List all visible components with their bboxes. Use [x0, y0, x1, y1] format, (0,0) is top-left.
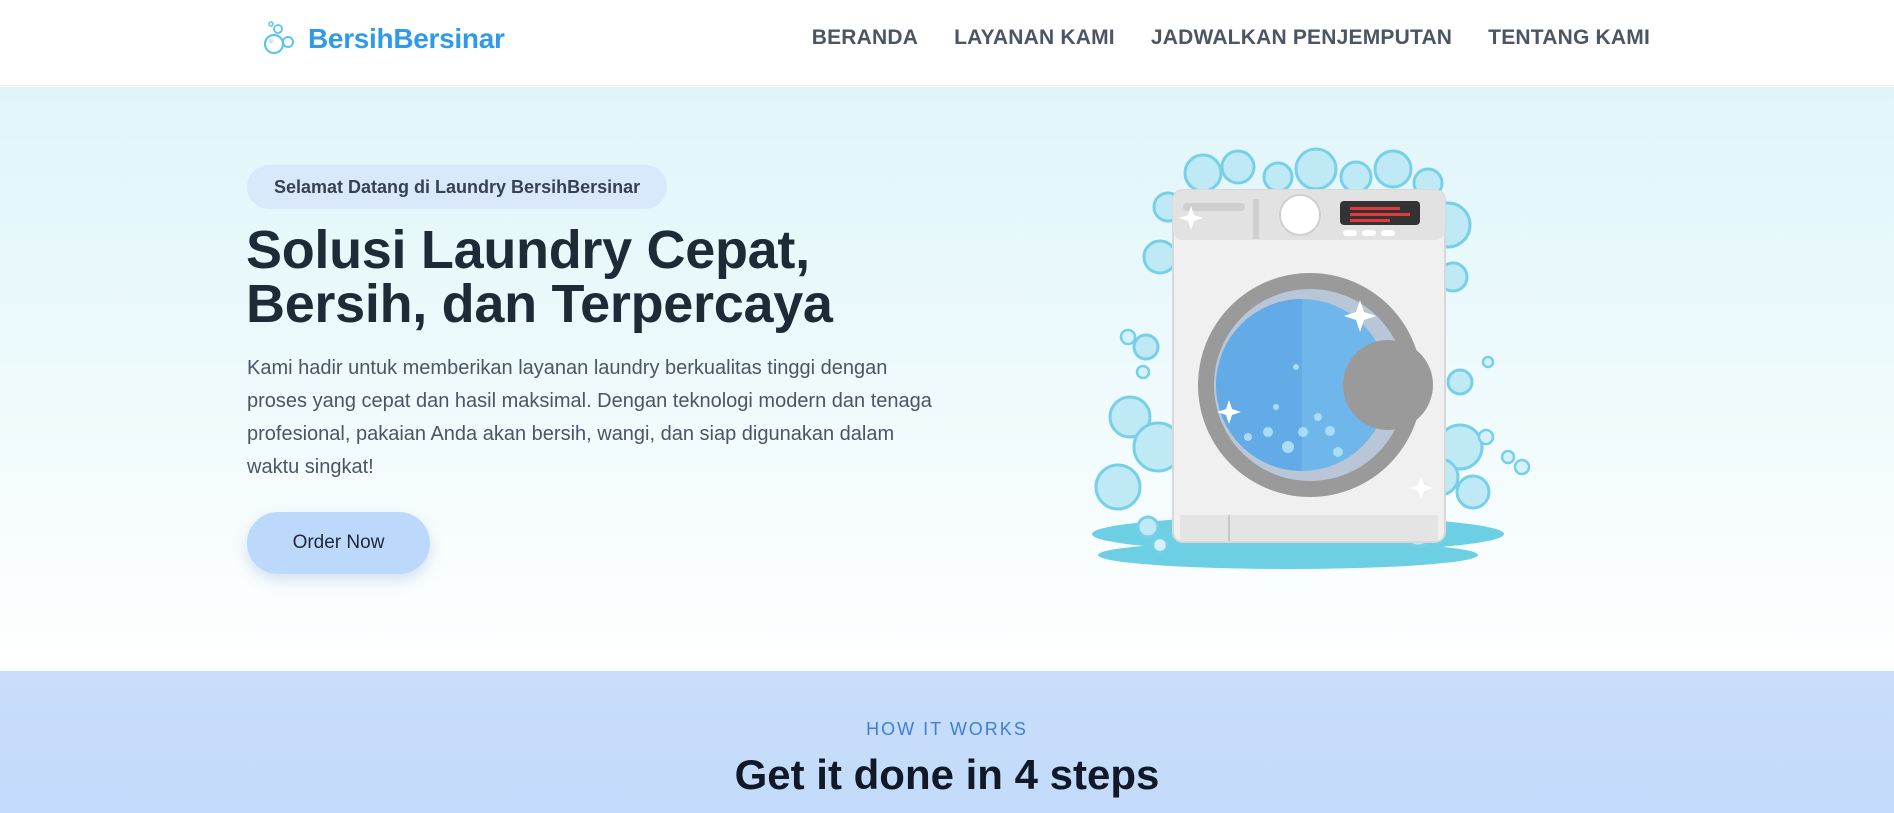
nav-jadwalkan-penjemputan[interactable]: JADWALKAN PENJEMPUTAN: [1151, 26, 1452, 50]
section-kicker: HOW IT WORKS: [866, 719, 1028, 739]
how-it-works-section: HOW IT WORKS Get it done in 4 steps: [0, 671, 1894, 813]
hero-title: Solusi Laundry Cepat, Bersih, dan Terper…: [246, 223, 966, 331]
hero-title-line1: Solusi Laundry Cepat,: [246, 220, 810, 280]
order-now-button[interactable]: Order Now: [247, 512, 430, 574]
hero-section: Selamat Datang di Laundry BersihBersinar…: [0, 87, 1894, 671]
brand[interactable]: BersihBersinar: [260, 20, 505, 58]
welcome-badge: Selamat Datang di Laundry BersihBersinar: [247, 165, 668, 209]
washing-machine-illustration: [1092, 147, 1531, 569]
site-header: BersihBersinar BERANDA LAYANAN KAMI JADW…: [0, 0, 1894, 86]
nav-layanan-kami[interactable]: LAYANAN KAMI: [954, 26, 1115, 50]
hero-description: Kami hadir untuk memberikan layanan laun…: [247, 357, 932, 478]
brand-name: BersihBersinar: [308, 23, 505, 54]
hero-title-line2: Bersih, dan Terpercaya: [246, 274, 833, 334]
nav-tentang-kami[interactable]: TENTANG KAMI: [1488, 26, 1650, 50]
nav-beranda[interactable]: BERANDA: [812, 26, 918, 50]
bubbles-icon: [263, 21, 294, 55]
main-nav: BERANDA LAYANAN KAMI JADWALKAN PENJEMPUT…: [812, 26, 1650, 50]
section-title: Get it done in 4 steps: [734, 751, 1160, 798]
